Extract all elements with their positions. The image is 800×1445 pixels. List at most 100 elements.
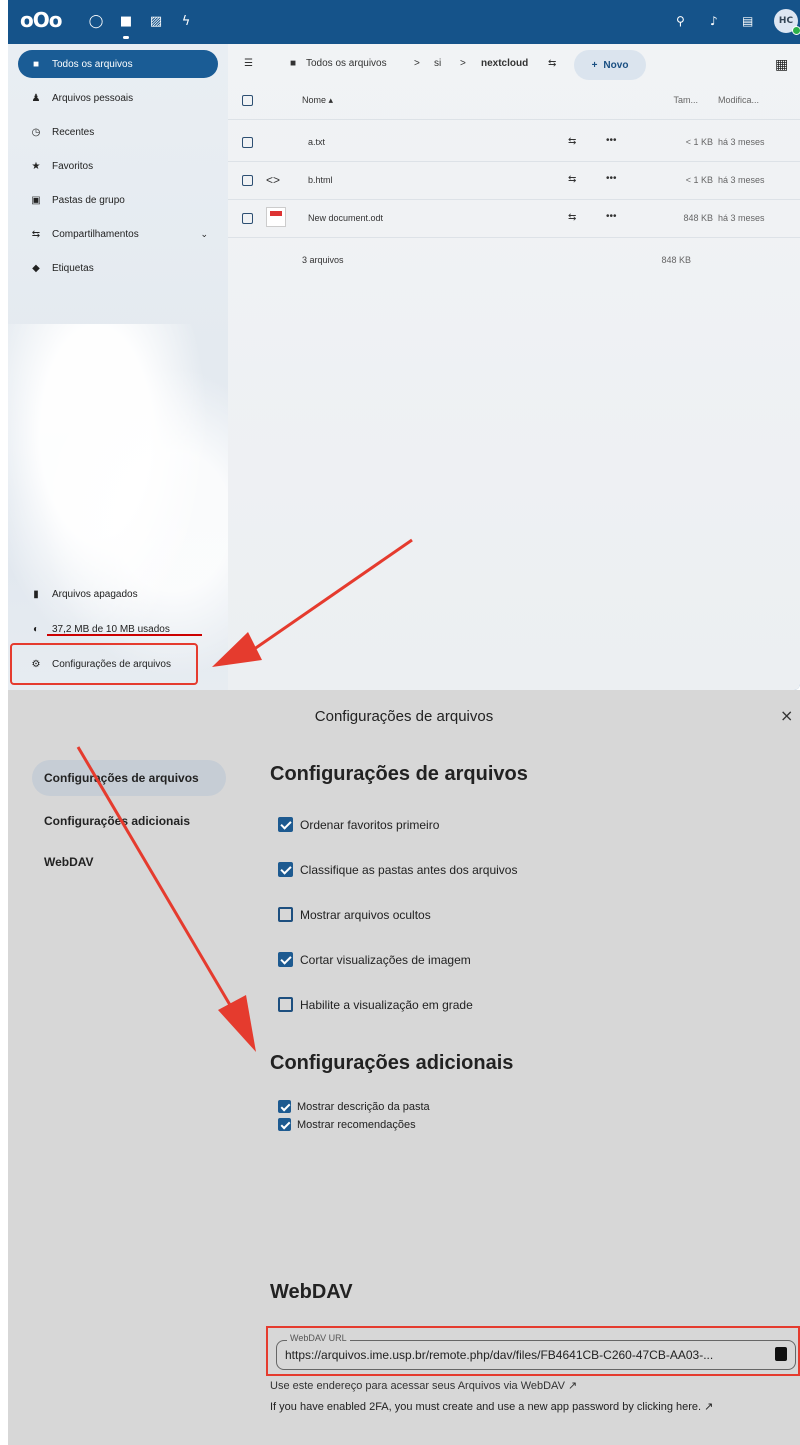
avatar-initials: HC (778, 16, 794, 26)
column-header-name[interactable]: Nome ▴ (302, 95, 333, 106)
column-header-modified[interactable]: Modifica... (718, 95, 759, 105)
contacts-icon[interactable]: ▤ (742, 14, 753, 28)
share-icon: ⇆ (31, 228, 41, 240)
folder-icon: ■ (32, 58, 40, 70)
sidebar-item-6[interactable]: ◆ Etiquetas (18, 254, 218, 282)
breadcrumb-nextcloud[interactable]: nextcloud (481, 58, 528, 69)
chevron-down-icon[interactable]: ⌄ (200, 229, 208, 240)
option-label: Mostrar descrição da pasta (297, 1100, 430, 1113)
table-summary: 3 arquivos 848 KB (228, 242, 800, 280)
file-name[interactable]: a.txt (308, 137, 325, 147)
row-checkbox[interactable] (242, 137, 253, 148)
sidebar-item-trash[interactable]: ▮ Arquivos apagados (18, 580, 218, 608)
section-heading-file-settings: Configurações de arquivos (270, 763, 528, 785)
dialog-nav-webdav[interactable]: WebDAV (32, 844, 226, 880)
files-icon[interactable]: ■ (118, 14, 134, 39)
plus-icon: + (591, 59, 598, 71)
option-section2-1[interactable]: Mostrar recomendações (278, 1118, 416, 1131)
clipboard-icon[interactable] (775, 1347, 787, 1361)
sidebar-item-label: Todos os arquivos (52, 58, 133, 70)
close-icon[interactable]: × (780, 706, 793, 725)
sidebar-item-label: Arquivos pessoais (52, 92, 134, 104)
avatar[interactable]: HC (774, 9, 800, 35)
file-modified: há 3 meses (718, 213, 765, 223)
sidebar-item-1[interactable]: ♟ Arquivos pessoais (18, 84, 218, 112)
option-section1-0[interactable]: Ordenar favoritos primeiro (278, 817, 439, 832)
dialog-nav-additional-settings[interactable]: Configurações adicionais (32, 803, 226, 839)
quota-pie-icon: ◐ (32, 623, 40, 635)
share-folder-icon[interactable]: ⇆ (548, 58, 556, 69)
grid-view-icon[interactable]: ▦ (775, 57, 788, 73)
more-actions-icon[interactable]: ••• (606, 211, 617, 222)
nextcloud-logo[interactable]: oOo (20, 8, 62, 32)
notifications-icon[interactable]: ♪ (710, 14, 718, 28)
share-icon[interactable]: ⇆ (568, 212, 576, 223)
breadcrumb-root[interactable]: Todos os arquivos (306, 58, 387, 69)
section-heading-webdav: WebDAV (270, 1281, 353, 1303)
sidebar-item-2[interactable]: ◷ Recentes (18, 118, 218, 146)
breadcrumb-separator: > (414, 58, 420, 69)
webdav-url-field[interactable]: WebDAV URL https://arquivos.ime.usp.br/r… (276, 1333, 796, 1370)
checkbox[interactable] (278, 997, 293, 1012)
quota-bar (47, 634, 202, 636)
file-count: 3 arquivos (302, 255, 344, 265)
trash-icon: ▮ (33, 588, 39, 600)
webdav-url-value[interactable]: https://arquivos.ime.usp.br/remote.php/d… (285, 1348, 770, 1362)
checkbox[interactable] (278, 862, 293, 877)
highlight-box-webdav: WebDAV URL https://arquivos.ime.usp.br/r… (266, 1326, 800, 1376)
more-actions-icon[interactable]: ••• (606, 173, 617, 184)
settings-dialog: Configurações de arquivos × Configuraçõe… (8, 690, 800, 1445)
sidebar-item-5[interactable]: ⇆ Compartilhamentos ⌄ (18, 220, 218, 248)
breadcrumb-folder-icon[interactable]: ■ (290, 58, 296, 69)
sidebar-item-label: Favoritos (52, 160, 94, 172)
column-header-size[interactable]: Tam... (638, 95, 698, 105)
code-file-icon: <> (266, 173, 281, 187)
breadcrumb-si[interactable]: si (434, 58, 441, 69)
table-row[interactable]: New document.odt ⇆ ••• 848 KB há 3 meses (228, 200, 800, 238)
quota-indicator[interactable]: ◐ 37,2 MB de 10 MB usados (18, 615, 218, 643)
option-section1-2[interactable]: Mostrar arquivos ocultos (278, 907, 431, 922)
sidebar-item-3[interactable]: ★ Favoritos (18, 152, 218, 180)
sidebar-item-label: Arquivos apagados (52, 588, 138, 600)
new-button[interactable]: + Novo (574, 50, 646, 80)
table-row[interactable]: a.txt ⇆ ••• < 1 KB há 3 meses (228, 124, 800, 162)
share-icon[interactable]: ⇆ (568, 174, 576, 185)
files-main-panel: ☰ ■ Todos os arquivos > si > nextcloud ⇆… (228, 44, 800, 690)
row-checkbox[interactable] (242, 213, 253, 224)
quota-label: 37,2 MB de 10 MB usados (52, 623, 170, 635)
select-all-checkbox[interactable] (242, 95, 253, 106)
two-factor-help-link[interactable]: If you have enabled 2FA, you must create… (270, 1400, 713, 1413)
sidebar-item-0[interactable]: ■ Todos os arquivos (18, 50, 218, 78)
file-name[interactable]: b.html (308, 175, 333, 185)
option-label: Mostrar recomendações (297, 1118, 416, 1131)
checkbox[interactable] (278, 952, 293, 967)
star-icon: ★ (31, 160, 41, 172)
photos-icon[interactable]: ▨ (148, 14, 164, 30)
checkbox[interactable] (278, 907, 293, 922)
share-icon[interactable]: ⇆ (568, 136, 576, 147)
sidebar-item-label: Etiquetas (52, 262, 94, 274)
table-row[interactable]: <> b.html ⇆ ••• < 1 KB há 3 meses (228, 162, 800, 200)
option-section1-3[interactable]: Cortar visualizações de imagem (278, 952, 471, 967)
row-checkbox[interactable] (242, 175, 253, 186)
activity-icon[interactable]: ϟ (178, 14, 194, 30)
sidebar-item-4[interactable]: ▣ Pastas de grupo (18, 186, 218, 214)
option-label: Mostrar arquivos ocultos (300, 907, 431, 922)
toggle-navigation-icon[interactable]: ☰ (244, 58, 253, 69)
more-actions-icon[interactable]: ••• (606, 135, 617, 146)
search-icon[interactable]: ⚲ (676, 14, 685, 28)
dialog-nav-file-settings[interactable]: Configurações de arquivos (32, 760, 226, 796)
checkbox[interactable] (278, 1100, 291, 1113)
checkbox[interactable] (278, 1118, 291, 1131)
table-header: Nome ▴ Tam... Modifica... (228, 82, 800, 120)
total-size: 848 KB (661, 255, 691, 265)
webdav-help-link[interactable]: Use este endereço para acessar seus Arqu… (270, 1379, 577, 1392)
file-name[interactable]: New document.odt (308, 213, 383, 223)
dashboard-icon[interactable]: ◯ (88, 14, 104, 30)
checkbox[interactable] (278, 817, 293, 832)
option-section2-0[interactable]: Mostrar descrição da pasta (278, 1100, 430, 1113)
option-section1-4[interactable]: Habilite a visualização em grade (278, 997, 473, 1012)
breadcrumb-separator: > (460, 58, 466, 69)
option-section1-1[interactable]: Classifique as pastas antes dos arquivos (278, 862, 517, 877)
option-label: Cortar visualizações de imagem (300, 952, 471, 967)
